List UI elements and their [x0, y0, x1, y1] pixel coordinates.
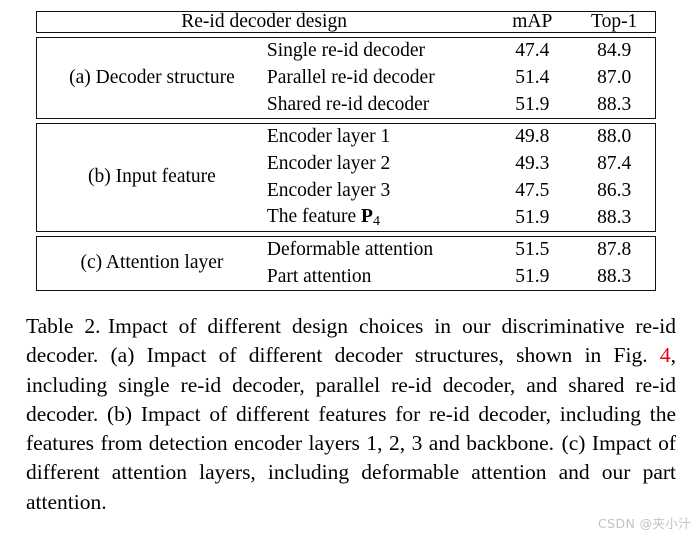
- row-top1: 88.3: [597, 206, 632, 228]
- row-map: 51.4: [515, 66, 550, 88]
- row-map: 47.5: [515, 179, 550, 201]
- column-header-top1: Top-1: [591, 11, 638, 32]
- caption-text-1: Impact of different design choices in ou…: [26, 314, 676, 368]
- row-item: Parallel re-id decoder: [266, 66, 435, 88]
- table-row: (a) Decoder structure Single re-id decod…: [37, 37, 656, 87]
- figure-reference-link[interactable]: 4: [660, 343, 671, 367]
- table-section-c: (c) Attention layer Deformable attention…: [36, 235, 656, 291]
- results-table: Re-id decoder design mAP Top-1 (a) Decod…: [36, 11, 656, 291]
- row-map: 51.9: [515, 93, 550, 115]
- row-map: 51.9: [515, 265, 550, 287]
- row-map: 49.3: [515, 152, 550, 174]
- row-top1: 88.3: [597, 93, 632, 115]
- table-section-b: (b) Input feature Encoder layer 1 49.8 8…: [36, 122, 656, 232]
- row-item-feature: The feature P4: [267, 204, 491, 231]
- row-top1: 88.3: [597, 265, 632, 287]
- section-label-c: (c) Attention layer: [80, 252, 224, 274]
- row-top1: 88.0: [597, 126, 632, 147]
- caption-label: Table 2.: [26, 314, 101, 338]
- row-item: Shared re-id decoder: [266, 93, 430, 115]
- row-top1: 86.3: [597, 179, 632, 201]
- table-header-row: Re-id decoder design mAP Top-1: [37, 12, 656, 33]
- section-label-b: (b) Input feature: [88, 166, 216, 188]
- row-top1: 87.8: [597, 239, 632, 260]
- row-item: Encoder layer 1: [266, 126, 391, 147]
- table-caption: Table 2. Impact of different design choic…: [26, 312, 676, 517]
- row-map: 51.9: [515, 206, 550, 228]
- feature-symbol: P: [361, 205, 373, 227]
- feature-prefix: The feature: [266, 205, 362, 227]
- csdn-watermark: CSDN @夹小汁: [598, 516, 692, 531]
- row-map: 49.8: [515, 126, 550, 147]
- column-header-design: Re-id decoder design: [181, 11, 347, 32]
- row-top1: 87.0: [597, 66, 632, 88]
- column-header-map: mAP: [512, 11, 553, 32]
- table-row: (c) Attention layer Deformable attention…: [37, 236, 656, 273]
- row-item: Encoder layer 3: [266, 179, 391, 201]
- row-top1: 87.4: [597, 152, 632, 174]
- table-header-block: Re-id decoder design mAP Top-1: [36, 11, 656, 33]
- feature-subscript: 4: [372, 212, 380, 229]
- row-item: Part attention: [266, 265, 372, 287]
- table-row: (b) Input feature Encoder layer 1 49.8 8…: [37, 123, 656, 187]
- row-item: Encoder layer 2: [266, 152, 391, 174]
- section-label-a: (a) Decoder structure: [69, 66, 235, 88]
- row-top1: 84.9: [597, 40, 632, 61]
- row-map: 51.5: [515, 239, 550, 260]
- row-item: Deformable attention: [266, 239, 434, 260]
- table-section-a: (a) Decoder structure Single re-id decod…: [36, 36, 656, 119]
- row-map: 47.4: [515, 40, 550, 61]
- row-item: Single re-id decoder: [266, 40, 425, 61]
